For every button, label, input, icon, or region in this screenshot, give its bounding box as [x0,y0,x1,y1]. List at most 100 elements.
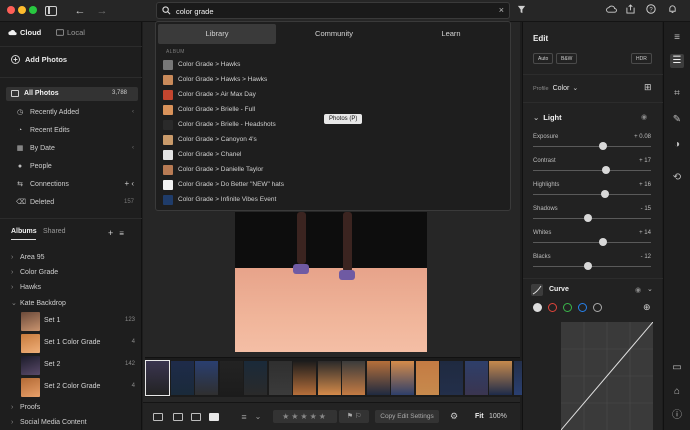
chevron-down-icon[interactable]: ⌄ [251,410,265,424]
chevron-right-icon[interactable]: › [11,419,20,426]
chevron-right-icon[interactable]: › [11,404,20,411]
filter-icon[interactable] [514,4,528,18]
eye-icon[interactable]: ◉ [635,286,641,294]
search-tab-library[interactable]: Library [158,24,276,44]
search-result-item[interactable]: Color Grade > Canoyon 4's [163,132,503,147]
help-icon[interactable]: ? [644,4,658,18]
detail-view-icon[interactable] [191,413,201,421]
filmstrip-thumbnail[interactable] [489,361,512,395]
chevron-right-icon[interactable]: › [11,254,20,261]
filmstrip-thumbnail[interactable] [440,361,463,395]
sidebar-item-all-photos[interactable]: All Photos 3,788 [6,87,138,101]
history-icon[interactable]: ⟲ [670,171,684,185]
fit-zoom-button[interactable]: Fit [475,413,484,420]
filmstrip-thumbnail[interactable] [391,361,414,395]
search-tab-learn[interactable]: Learn [392,24,510,44]
slider-track[interactable] [533,194,651,195]
auto-button[interactable]: Auto [533,53,554,64]
info-icon[interactable]: ⓘ [670,409,684,423]
filmstrip-thumbnail[interactable] [293,361,316,395]
tone-curve-graph[interactable] [561,322,653,430]
slider-handle[interactable] [598,142,607,150]
slider-handle[interactable] [584,262,593,270]
curve-channel-red-icon[interactable] [548,303,557,312]
folder-item[interactable]: › Hawks [11,284,41,296]
zoom-level[interactable]: 100% [489,413,507,420]
slider-value[interactable]: + 14 [639,230,651,236]
curve-channel-green-icon[interactable] [563,303,572,312]
tab-albums[interactable]: Albums [11,228,37,240]
sidebar-item-chevron[interactable]: ‹ [132,109,134,115]
back-arrow-icon[interactable]: ← [73,4,87,18]
crop-icon[interactable]: ⌗ [670,87,684,101]
slider-track[interactable] [533,170,651,171]
folder-item[interactable]: › Proofs [11,404,40,416]
add-album-icon[interactable]: + [108,228,113,238]
square-grid-icon[interactable] [153,413,163,421]
star-rating[interactable]: ★★★★★ [273,410,337,423]
slider-whites[interactable]: Whites + 14 [533,230,651,248]
slider-track[interactable] [533,266,651,267]
comments-icon[interactable]: ▭ [670,361,684,375]
sidebar-item-people[interactable]: ● People [16,162,138,174]
bw-button[interactable]: B&W [556,53,578,64]
main-photo[interactable] [235,212,427,352]
profile-browser-icon[interactable]: ⊞ [644,83,653,92]
keywords-icon[interactable]: ⌂ [670,385,684,399]
chevron-down-icon[interactable]: ⌄ [647,285,653,293]
slider-handle[interactable] [602,166,611,174]
album-item[interactable]: Set 1 Color Grade 4 [21,333,139,354]
edit-tool-icon[interactable]: ≡ [670,31,684,45]
filmstrip-thumbnail[interactable] [145,360,170,396]
sort-albums-icon[interactable]: ≡ [119,229,124,238]
slider-value[interactable]: - 15 [641,206,651,212]
tab-local[interactable]: Local [56,28,85,37]
add-connection-button[interactable]: + ‹ [124,179,134,188]
slider-track[interactable] [533,242,651,243]
search-result-item[interactable]: Color Grade > Air Max Day [163,87,503,102]
folder-item[interactable]: › Social Media Content [11,419,87,430]
chevron-down-icon[interactable]: ⌄ [11,299,20,307]
sidebar-item-connections[interactable]: ⇆ Connections + ‹ [16,179,138,192]
search-input[interactable] [176,5,476,17]
search-result-item[interactable]: Color Grade > Hawks > Hawks [163,72,503,87]
slider-track[interactable] [533,218,651,219]
forward-arrow-icon[interactable]: → [95,4,109,18]
filmstrip-thumbnail[interactable] [170,361,194,395]
search-bar[interactable]: × [156,2,510,19]
filmstrip-thumbnail[interactable] [366,361,390,395]
notifications-icon[interactable] [665,4,679,18]
photo-grid-icon[interactable] [173,413,183,421]
album-item[interactable]: Set 2 Color Grade 4 [21,377,139,398]
slider-highlights[interactable]: Highlights + 16 [533,182,651,200]
share-icon[interactable] [623,4,637,18]
sidebar-item-deleted[interactable]: ⌫ Deleted 157 [16,198,138,210]
eye-icon[interactable]: ◉ [641,113,647,121]
filmstrip-thumbnail[interactable] [268,361,292,395]
curve-channel-rgb-icon[interactable] [533,303,542,312]
sidebar-item-recently-added[interactable]: ◷ Recently Added ‹ [16,108,138,120]
curve-section-header[interactable]: Curve ◉ ⌄ [531,284,655,298]
slider-handle[interactable] [598,238,607,246]
masking-icon[interactable]: ◑ [670,138,684,152]
curve-channel-blue-icon[interactable] [578,303,587,312]
zoom-window-button[interactable] [29,6,37,14]
hdr-button[interactable]: HDR [631,53,652,64]
loupe-view-icon[interactable] [209,413,219,421]
chevron-right-icon[interactable]: › [11,284,20,291]
filmstrip-thumbnail[interactable] [464,361,488,395]
filmstrip-thumbnail[interactable] [317,361,341,395]
slider-value[interactable]: + 17 [639,158,651,164]
filmstrip-thumbnail[interactable] [219,361,243,395]
minimize-window-button[interactable] [18,6,26,14]
slider-handle[interactable] [600,190,609,198]
folder-item[interactable]: › Area 95 [11,254,45,266]
folder-item[interactable]: ⌄ Kate Backdrop [11,299,66,311]
healing-brush-icon[interactable]: ✎ [670,113,684,127]
search-result-item[interactable]: Color Grade > Do Better "NEW" hats [163,177,503,192]
sidebar-toggle-icon[interactable] [45,6,57,16]
album-item[interactable]: Set 2 142 [21,355,139,376]
filmstrip-thumbnail[interactable] [244,361,267,395]
close-window-button[interactable] [7,6,15,14]
slider-value[interactable]: + 0.08 [634,134,651,140]
